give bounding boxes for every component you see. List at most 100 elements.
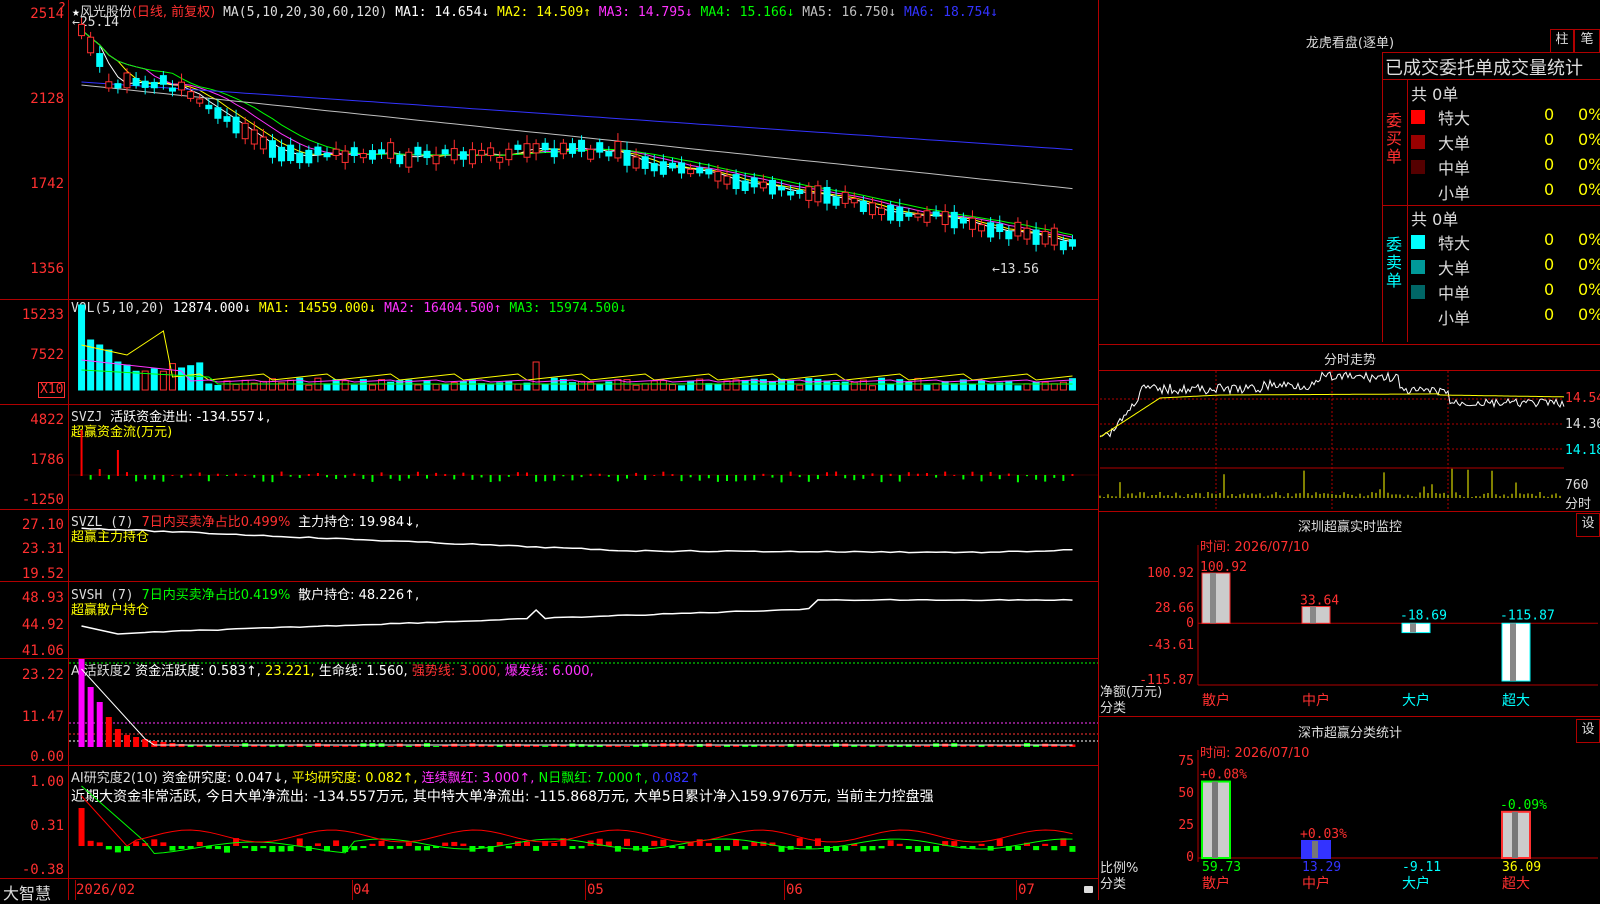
- cat-ylabel: 分类: [1100, 877, 1127, 892]
- tab-zhu[interactable]: 柱: [1550, 29, 1574, 53]
- research-bar: [996, 838, 1003, 846]
- longhu-title: 龙虎看盘(逐单): [1305, 36, 1395, 51]
- activity-bar: [114, 729, 121, 747]
- volume-bar: [768, 380, 776, 391]
- intraday-ytick: 14.18: [1565, 443, 1600, 458]
- volume-bar: [478, 383, 486, 391]
- candle: [605, 151, 613, 157]
- research-bar: [260, 846, 267, 849]
- candle: [587, 148, 595, 160]
- flow-bar: [1007, 473, 1010, 476]
- candle: [778, 186, 786, 191]
- candle: [78, 23, 86, 37]
- x-axis-label: 05: [587, 882, 604, 898]
- x-axis-label: 2026/02: [76, 882, 136, 898]
- cat-bar-value: 13.29: [1302, 860, 1341, 875]
- candle: [805, 186, 813, 201]
- volume-bar: [614, 379, 622, 391]
- research-bar: [333, 840, 340, 846]
- volume-bar: [905, 381, 913, 391]
- question-icon[interactable]: ?: [58, 1, 66, 16]
- flow-bar: [280, 471, 283, 476]
- volume-bar: [432, 383, 440, 391]
- activity-bar: [433, 745, 440, 747]
- flow-bar: [207, 475, 210, 482]
- candle: [859, 200, 867, 212]
- research-bar: [633, 846, 640, 851]
- activity-bar: [233, 745, 240, 747]
- research-bar: [342, 846, 349, 852]
- svzj-ytick: -1250: [21, 492, 64, 508]
- activity-bar: [224, 745, 230, 747]
- research-bar: [96, 842, 103, 846]
- flow-bar: [253, 475, 256, 478]
- volume-bar: [414, 384, 422, 391]
- research-bar: [114, 846, 121, 853]
- volume-bar: [505, 380, 513, 391]
- flow-bar: [171, 474, 174, 476]
- cat-ytick: 75: [1178, 754, 1194, 769]
- candle: [787, 191, 795, 196]
- candle: [387, 142, 395, 159]
- volume-bar: [823, 380, 831, 391]
- flow-bar: [580, 475, 583, 478]
- cat-bar-category: 散户: [1202, 875, 1230, 892]
- candle: [850, 198, 858, 204]
- cat-bar-shade: [1212, 781, 1218, 858]
- buy-pct: 0%: [1578, 130, 1600, 149]
- lock-icon[interactable]: [1084, 886, 1093, 893]
- candle: [196, 98, 204, 104]
- sz-category-settings-button[interactable]: 设: [1576, 719, 1600, 743]
- volume-bar: [605, 381, 613, 391]
- volume-bar: [187, 365, 195, 391]
- candle: [914, 213, 922, 218]
- flow-bar: [89, 475, 92, 480]
- volume-bar: [1023, 383, 1031, 391]
- price-ytick: 1356: [30, 261, 64, 277]
- activity-bar: [87, 687, 94, 747]
- buy-swatch: [1411, 110, 1425, 124]
- buy-pct: 0%: [1578, 155, 1600, 174]
- candle: [241, 122, 249, 140]
- candle: [141, 80, 149, 88]
- flow-bar: [371, 475, 374, 482]
- candle: [414, 146, 422, 156]
- candle: [659, 161, 667, 175]
- svsh-ytick: 41.06: [21, 643, 64, 659]
- candle: [714, 171, 722, 182]
- volume-bar: [923, 384, 931, 391]
- flow-bar: [453, 475, 456, 480]
- holding-line: [81, 527, 1073, 554]
- flow-bar: [507, 475, 510, 477]
- svzl-ytick: 27.10: [21, 517, 64, 533]
- activity-bar: [696, 744, 703, 747]
- research-bar: [278, 846, 285, 852]
- volume-bar: [650, 380, 658, 391]
- research-bar: [451, 841, 458, 846]
- research-bar: [396, 846, 403, 849]
- research-line: [81, 785, 1073, 855]
- research-bar: [351, 846, 358, 851]
- candle: [332, 148, 340, 156]
- cat-bar: [1301, 839, 1331, 859]
- buy-swatch: [1411, 160, 1425, 174]
- vol-ytick: 7522: [30, 347, 64, 363]
- activity-bar: [205, 745, 212, 747]
- sz-ytick: -43.61: [1147, 638, 1194, 653]
- tab-bi[interactable]: 笔: [1574, 29, 1600, 53]
- candle: [705, 168, 713, 175]
- intraday-vol-unit: 分时: [1565, 497, 1592, 512]
- candle: [823, 186, 831, 204]
- flow-bar: [998, 475, 1001, 480]
- candle: [796, 189, 804, 195]
- research-bar: [569, 846, 576, 849]
- x-axis-label: 04: [353, 882, 370, 898]
- sz-monitor-settings-button[interactable]: 设: [1576, 513, 1600, 537]
- candle: [641, 156, 649, 169]
- cat-ytick: 0: [1186, 850, 1194, 865]
- research-bar: [1033, 846, 1040, 851]
- candle: [1014, 221, 1022, 237]
- activity-bar: [96, 702, 103, 747]
- flow-bar: [607, 475, 610, 477]
- research-bar: [251, 846, 258, 852]
